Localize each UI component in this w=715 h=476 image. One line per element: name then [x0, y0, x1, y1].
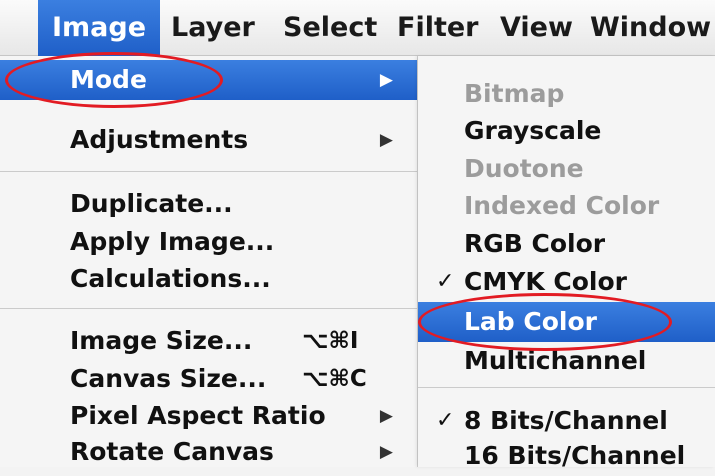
menu-item-mode[interactable]: Mode ▶: [0, 60, 417, 100]
menu-item-label: 16 Bits/Channel: [464, 441, 686, 470]
menu-item-label: Calculations...: [70, 264, 271, 293]
menu-item-label: Lab Color: [464, 307, 597, 336]
submenu-arrow-icon: ▶: [379, 70, 393, 90]
keyboard-shortcut: ⌥⌘C: [302, 366, 367, 392]
menu-item-label: 8 Bits/Channel: [464, 406, 668, 435]
mode-item-duotone[interactable]: Duotone: [418, 149, 715, 189]
mode-item-multichannel[interactable]: Multichannel: [418, 341, 715, 381]
menu-item-label: Image Size...: [70, 326, 253, 355]
menu-layer[interactable]: Layer: [171, 0, 255, 56]
menu-item-label: Grayscale: [464, 116, 602, 145]
menu-separator: [0, 171, 417, 172]
menu-item-label: Apply Image...: [70, 227, 275, 256]
mode-item-16-bits[interactable]: 16 Bits/Channel: [418, 436, 715, 476]
menu-item-label: RGB Color: [464, 229, 606, 258]
menu-item-image-size[interactable]: Image Size... ⌥⌘I: [0, 321, 417, 361]
menu-item-pixel-aspect-ratio[interactable]: Pixel Aspect Ratio ▶: [0, 396, 417, 436]
menu-separator: [0, 308, 417, 309]
submenu-arrow-icon: ▶: [379, 406, 393, 426]
menu-image[interactable]: Image: [38, 0, 161, 56]
menu-item-label: CMYK Color: [464, 267, 628, 296]
menu-item-label: Mode: [70, 65, 147, 94]
menu-item-adjustments[interactable]: Adjustments ▶: [0, 120, 417, 160]
mode-item-lab-color[interactable]: Lab Color: [418, 302, 715, 342]
menu-item-label: Bitmap: [464, 79, 565, 108]
menu-item-rotate-canvas[interactable]: Rotate Canvas ▶: [0, 432, 417, 472]
menu-separator: [418, 387, 715, 388]
mode-item-indexed-color[interactable]: Indexed Color: [418, 186, 715, 226]
menu-item-apply-image[interactable]: Apply Image...: [0, 222, 417, 262]
menu-item-canvas-size[interactable]: Canvas Size... ⌥⌘C: [0, 359, 417, 399]
menu-item-label: Multichannel: [464, 346, 647, 375]
mode-item-grayscale[interactable]: Grayscale: [418, 111, 715, 151]
menu-bar: Image Layer Select Filter View Window: [0, 0, 715, 56]
menu-item-label: Duplicate...: [70, 189, 233, 218]
menu-item-label: Indexed Color: [464, 191, 660, 220]
menu-item-label: Adjustments: [70, 125, 249, 154]
menu-window[interactable]: Window: [590, 0, 711, 56]
menu-view[interactable]: View: [500, 0, 573, 56]
menu-item-duplicate[interactable]: Duplicate...: [0, 184, 417, 224]
submenu-arrow-icon: ▶: [379, 130, 393, 150]
keyboard-shortcut: ⌥⌘I: [302, 328, 359, 354]
image-menu-dropdown: Mode ▶ Adjustments ▶ Duplicate... Apply …: [0, 56, 418, 467]
mode-item-cmyk-color[interactable]: ✓ CMYK Color: [418, 262, 715, 302]
menu-select[interactable]: Select: [283, 0, 377, 56]
submenu-arrow-icon: ▶: [379, 442, 393, 462]
menu-item-label: Canvas Size...: [70, 364, 267, 393]
mode-item-bitmap[interactable]: Bitmap: [418, 74, 715, 114]
menu-filter[interactable]: Filter: [397, 0, 479, 56]
menu-item-label: Duotone: [464, 154, 584, 183]
mode-item-rgb-color[interactable]: RGB Color: [418, 224, 715, 264]
mode-submenu: Bitmap Grayscale Duotone Indexed Color R…: [418, 56, 715, 470]
mode-item-8-bits[interactable]: ✓ 8 Bits/Channel: [418, 401, 715, 441]
menu-item-label: Rotate Canvas: [70, 437, 274, 466]
menu-item-label: Pixel Aspect Ratio: [70, 401, 326, 430]
checkmark-icon: ✓: [436, 269, 455, 294]
checkmark-icon: ✓: [436, 408, 455, 433]
menu-item-calculations[interactable]: Calculations...: [0, 259, 417, 299]
